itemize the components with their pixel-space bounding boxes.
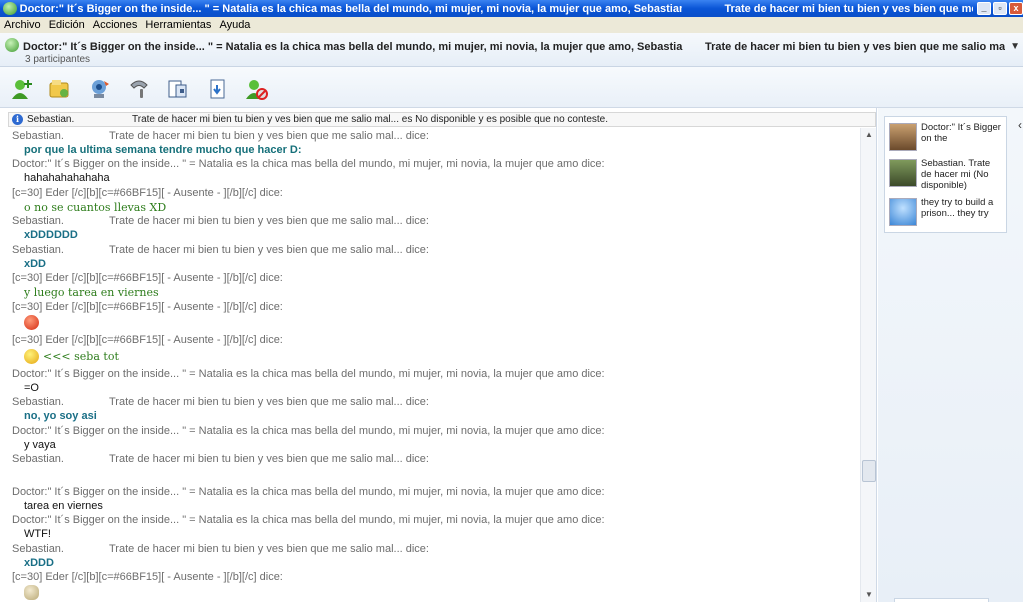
menu-herramientas[interactable]: Herramientas bbox=[145, 19, 211, 31]
invite-contact-icon[interactable] bbox=[10, 77, 34, 101]
sender-line: [c=30] Eder [/c][b][c=#66BF15][ - Ausent… bbox=[12, 187, 283, 199]
window-title: Doctor:" It´s Bigger on the inside... " … bbox=[19, 2, 683, 15]
message-text: xDDDDDD bbox=[24, 229, 78, 241]
message-text: xDDD bbox=[24, 557, 54, 569]
cool-emoticon-icon bbox=[24, 349, 39, 364]
participant-name: they try to build a prison... they try bbox=[921, 197, 994, 219]
participant-count: 3 participantes bbox=[25, 54, 91, 65]
message-text: y luego tarea en viernes bbox=[24, 286, 159, 299]
chevron-left-icon[interactable]: ‹ bbox=[1018, 118, 1022, 132]
display-picture-frame bbox=[894, 598, 989, 602]
participant-item[interactable]: Doctor:" It´s Bigger on the bbox=[889, 121, 1005, 153]
menu-archivo[interactable]: Archivo bbox=[4, 19, 41, 31]
info-text: Trate de hacer mi bien tu bien y ves bie… bbox=[132, 114, 609, 125]
sender-line: Sebastian. Trate de hacer mi bien tu bien… bbox=[12, 244, 429, 256]
menu-edicion[interactable]: Edición bbox=[49, 19, 85, 31]
message-text: <<< seba tot bbox=[43, 350, 119, 363]
message-history[interactable]: Sebastian. Trate de hacer mi bien tu bien… bbox=[0, 128, 860, 602]
participant-item[interactable]: Sebastian. Trate de hacer mi (No disponi… bbox=[889, 157, 1005, 191]
sender-line: [c=30] Eder [/c][b][c=#66BF15][ - Ausent… bbox=[12, 301, 283, 313]
message-text: no, yo soy asi bbox=[24, 410, 97, 422]
sender-line: Sebastian. Trate de hacer mi bien tu bien… bbox=[12, 453, 429, 465]
toolbar bbox=[0, 67, 1023, 108]
contact-status-icon bbox=[5, 38, 19, 52]
games-icon[interactable] bbox=[206, 77, 230, 101]
message-text: por que la ultima semana tendre mucho qu… bbox=[24, 144, 302, 156]
messenger-icon bbox=[3, 2, 17, 15]
conversation-pane: i Sebastian. Trate de hacer mi bien tu b… bbox=[0, 108, 877, 602]
participants-pane: ‹ Doctor:" It´s Bigger on the Sebastian.… bbox=[878, 108, 1023, 602]
message-text: =O bbox=[24, 382, 39, 394]
menu-acciones[interactable]: Acciones bbox=[93, 19, 138, 31]
message-text: WTF! bbox=[24, 528, 51, 540]
scroll-down-icon[interactable]: ▼ bbox=[863, 590, 875, 600]
conversation-header: Doctor:" It´s Bigger on the inside... " … bbox=[0, 33, 1023, 67]
title-bar: Doctor:" It´s Bigger on the inside... " … bbox=[0, 0, 1023, 17]
menu-ayuda[interactable]: Ayuda bbox=[219, 19, 250, 31]
block-icon[interactable] bbox=[245, 77, 269, 101]
participant-name: Doctor:" It´s Bigger on the bbox=[921, 122, 1001, 144]
sender-line: Sebastian. Trate de hacer mi bien tu bien… bbox=[12, 215, 429, 227]
contact-status-message: Trate de hacer mi bien tu bien y ves bie… bbox=[705, 41, 1005, 53]
sender-line: Doctor:" It´s Bigger on the inside... " … bbox=[12, 158, 605, 170]
avatar bbox=[889, 198, 917, 226]
webcam-icon[interactable] bbox=[88, 77, 112, 101]
sender-line: Doctor:" It´s Bigger on the inside... " … bbox=[12, 425, 605, 437]
message-text: o no se cuantos llevas XD bbox=[24, 201, 167, 214]
message-text: y vaya bbox=[24, 439, 56, 451]
sender-line: Doctor:" It´s Bigger on the inside... " … bbox=[12, 368, 605, 380]
minimize-button[interactable]: _ bbox=[976, 2, 991, 15]
sender-line: Doctor:" It´s Bigger on the inside... " … bbox=[12, 486, 605, 498]
call-icon[interactable] bbox=[127, 77, 151, 101]
participant-list: Doctor:" It´s Bigger on the Sebastian. T… bbox=[884, 116, 1007, 233]
sender-line: [c=30] Eder [/c][b][c=#66BF15][ - Ausent… bbox=[12, 571, 283, 583]
menu-bar: Archivo Edición Acciones Herramientas Ay… bbox=[0, 17, 1023, 33]
sender-line: Sebastian. Trate de hacer mi bien tu bien… bbox=[12, 396, 429, 408]
window-status: Trate de hacer mi bien tu bien y ves bie… bbox=[724, 2, 973, 15]
scrollbar-thumb[interactable] bbox=[862, 460, 876, 482]
contact-name: Doctor:" It´s Bigger on the inside... " … bbox=[23, 41, 683, 53]
sender-line: Doctor:" It´s Bigger on the inside... " … bbox=[12, 514, 605, 526]
close-button[interactable]: x bbox=[1008, 2, 1023, 15]
activities-icon[interactable] bbox=[166, 77, 190, 101]
avatar bbox=[889, 123, 917, 151]
info-icon: i bbox=[12, 114, 23, 125]
info-bar: i Sebastian. Trate de hacer mi bien tu b… bbox=[8, 112, 876, 127]
scroll-emoticon-icon bbox=[24, 585, 39, 600]
send-files-icon[interactable] bbox=[48, 77, 72, 101]
info-sender: Sebastian. bbox=[27, 114, 75, 125]
avatar bbox=[889, 159, 917, 187]
scroll-up-icon[interactable]: ▲ bbox=[863, 130, 875, 140]
maximize-button[interactable]: ▫ bbox=[992, 2, 1007, 15]
message-text: xDD bbox=[24, 258, 47, 270]
participant-item[interactable]: they try to build a prison... they try bbox=[889, 196, 1005, 228]
sender-line: Sebastian. Trate de hacer mi bien tu bien… bbox=[12, 543, 429, 555]
sender-line: [c=30] Eder [/c][b][c=#66BF15][ - Ausent… bbox=[12, 334, 283, 346]
sender-line: [c=30] Eder [/c][b][c=#66BF15][ - Ausent… bbox=[12, 272, 283, 284]
message-text: hahahahahahaha bbox=[24, 172, 110, 184]
message-text: tarea en viernes bbox=[24, 500, 103, 512]
participant-name: Sebastian. Trate de hacer mi (No disponi… bbox=[921, 158, 991, 191]
sender-line: Sebastian. Trate de hacer mi bien tu bien… bbox=[12, 130, 429, 142]
angry-emoticon-icon bbox=[24, 315, 39, 330]
conversation-scrollbar[interactable]: ▲ ▼ bbox=[860, 128, 876, 602]
chevron-down-icon[interactable]: ▼ bbox=[1010, 41, 1020, 52]
